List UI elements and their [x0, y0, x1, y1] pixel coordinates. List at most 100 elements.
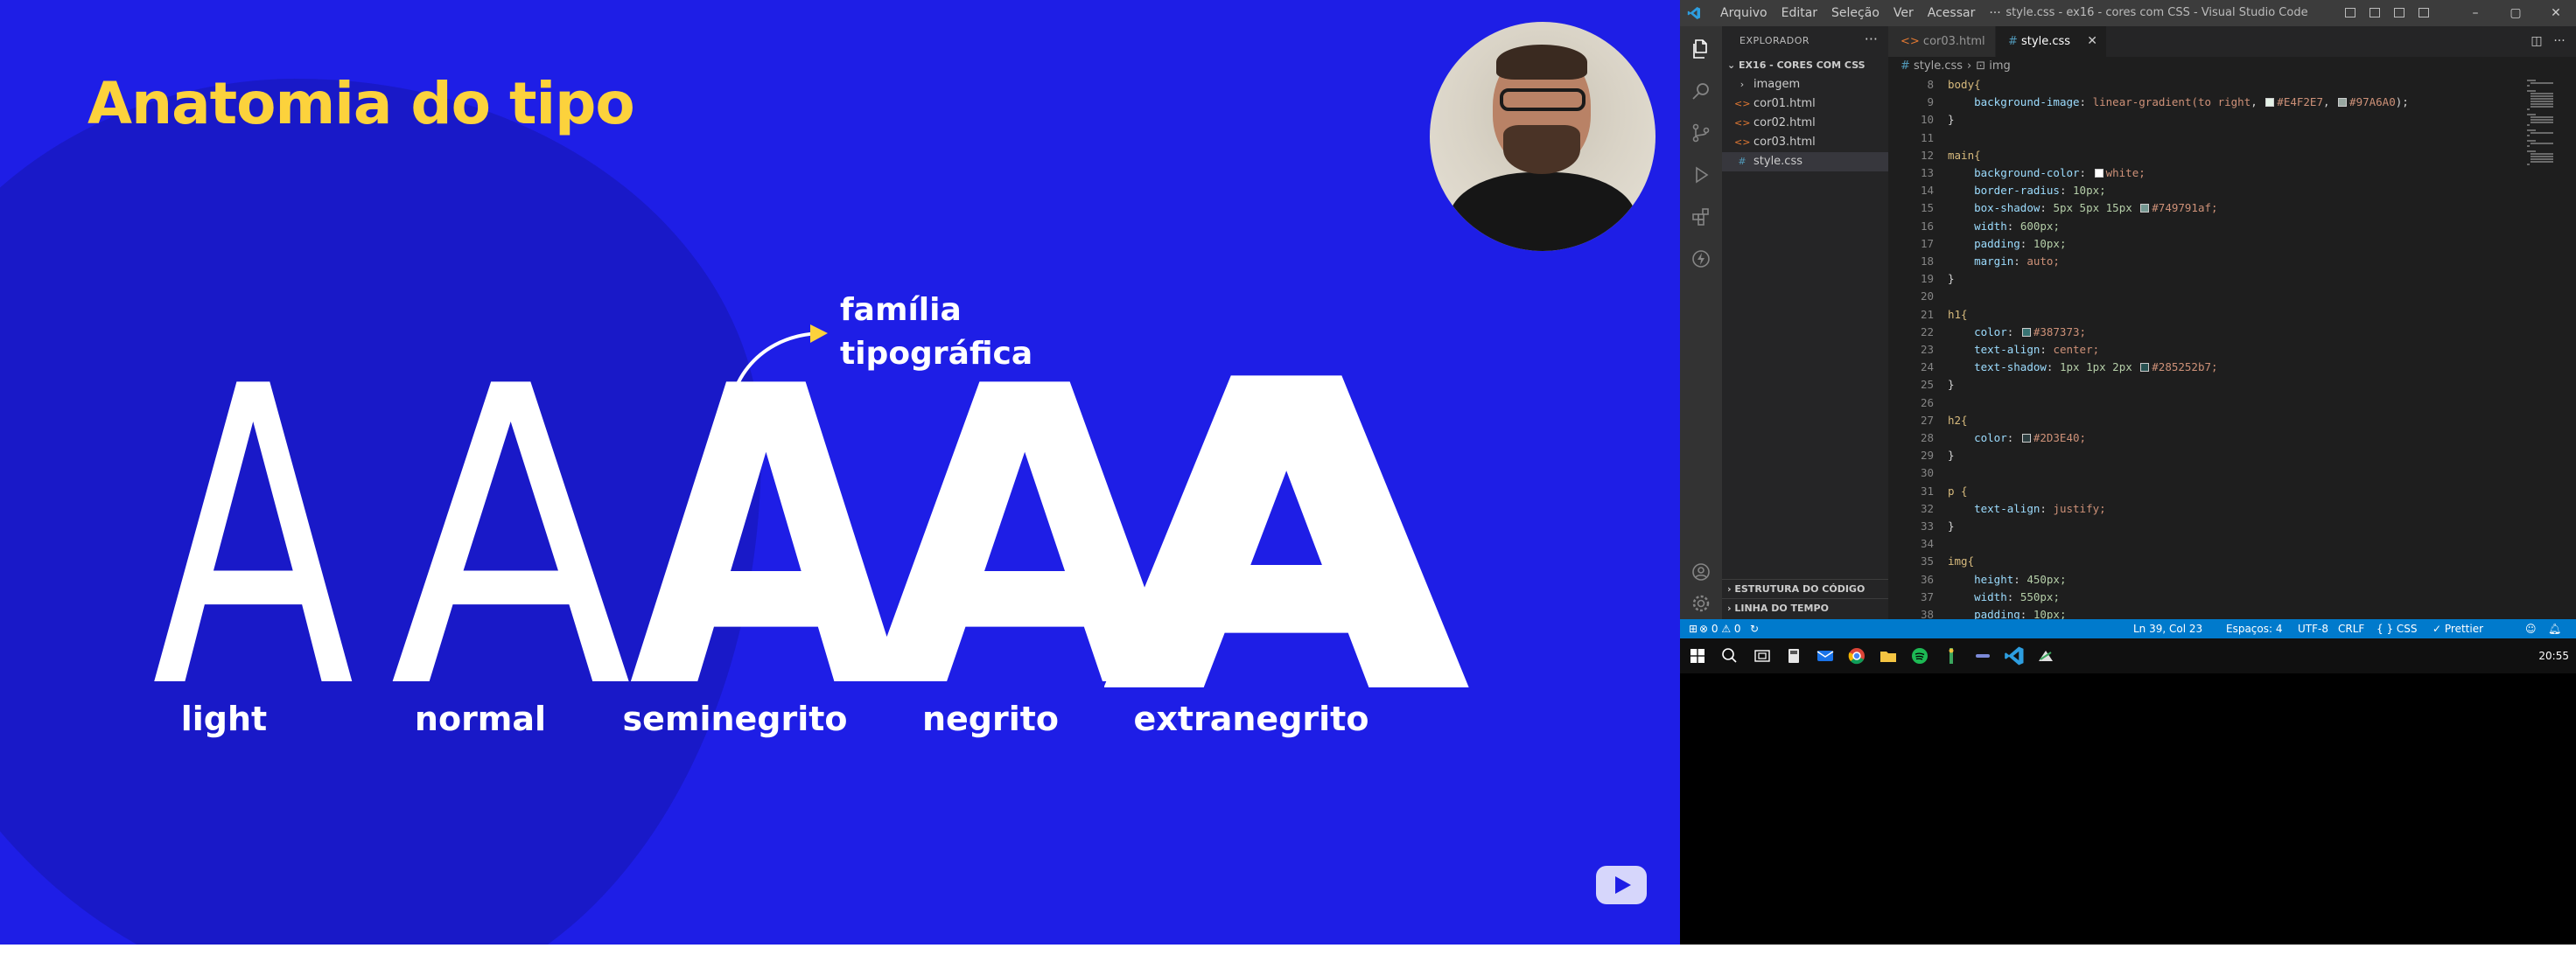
- notifications-bell-icon[interactable]: 🔔︎: [2548, 619, 2561, 638]
- tab-cor03-html[interactable]: <> cor03.html: [1888, 26, 1995, 57]
- settings-gear-icon[interactable]: [1690, 593, 1712, 614]
- color-swatch[interactable]: [2338, 98, 2348, 108]
- menu-ver[interactable]: Ver: [1886, 0, 1921, 26]
- run-debug-icon[interactable]: [1690, 164, 1712, 185]
- code-line[interactable]: 31 p {: [1888, 483, 2501, 499]
- close-button[interactable]: ✕: [2536, 0, 2576, 26]
- close-tab-icon[interactable]: ✕: [2087, 26, 2097, 57]
- search-icon[interactable]: [1718, 645, 1740, 666]
- menu-editar[interactable]: Editar: [1774, 0, 1824, 26]
- vscode-taskbar-icon[interactable]: [2004, 645, 2025, 666]
- color-swatch[interactable]: [2021, 434, 2031, 443]
- menu-selecao[interactable]: Seleção: [1824, 0, 1886, 26]
- tree-item-imagem[interactable]: › imagem: [1722, 75, 1888, 94]
- live-share-icon[interactable]: [1690, 248, 1712, 269]
- vscode-logo-icon[interactable]: [1687, 6, 1701, 20]
- tree-item-cor01[interactable]: <> cor01.html: [1722, 94, 1888, 114]
- code-line[interactable]: 32 text-align: justify;: [1888, 500, 2501, 517]
- code-line[interactable]: 19}: [1888, 270, 2501, 287]
- git-bash-icon[interactable]: [1941, 645, 1962, 666]
- split-editor-icon[interactable]: ◫: [2525, 26, 2548, 57]
- breadcrumb-symbol[interactable]: img: [1989, 59, 2011, 73]
- task-view-icon[interactable]: [1752, 645, 1773, 666]
- code-line[interactable]: 29}: [1888, 447, 2501, 464]
- mail-icon[interactable]: [1815, 645, 1836, 666]
- explorer-icon[interactable]: [1690, 38, 1712, 59]
- color-swatch[interactable]: [2021, 327, 2031, 337]
- code-line[interactable]: 25}: [1888, 376, 2501, 393]
- code-line[interactable]: 22 color: #387373;: [1888, 324, 2501, 340]
- remote-icon[interactable]: ⊞: [1689, 619, 1698, 638]
- menu-acessar[interactable]: Acessar: [1921, 0, 1983, 26]
- code-line[interactable]: 23 text-align: center;: [1888, 341, 2501, 358]
- tree-item-style-css[interactable]: # style.css: [1722, 152, 1888, 171]
- code-line[interactable]: 12 main{: [1888, 147, 2501, 164]
- code-line[interactable]: 17 padding: 10px;: [1888, 235, 2501, 252]
- minimize-button[interactable]: –: [2455, 0, 2496, 26]
- extensions-icon[interactable]: [1690, 206, 1712, 227]
- search-icon[interactable]: [1690, 80, 1712, 101]
- code-line[interactable]: 26: [1888, 394, 2501, 411]
- code-line[interactable]: 13 background-color: white;: [1888, 164, 2501, 181]
- code-line[interactable]: 35 img{: [1888, 553, 2501, 569]
- source-control-icon[interactable]: [1690, 122, 1712, 143]
- code-line[interactable]: 21 h1{: [1888, 306, 2501, 323]
- color-swatch[interactable]: [2265, 98, 2275, 108]
- code-line[interactable]: 9 background-image: linear-gradient(to r…: [1888, 94, 2501, 110]
- code-line[interactable]: 8 body{: [1888, 76, 2501, 93]
- code-line[interactable]: 11: [1888, 129, 2501, 146]
- toggle-secondary-sidebar-icon[interactable]: [2387, 0, 2412, 26]
- eol-status[interactable]: CRLF: [2338, 619, 2364, 638]
- color-swatch[interactable]: [2140, 204, 2150, 213]
- app-icon[interactable]: [1972, 645, 1993, 666]
- code-editor[interactable]: 8 body{9 background-image: linear-gradien…: [1888, 76, 2501, 619]
- toggle-panel-icon[interactable]: [2362, 0, 2387, 26]
- prettier-status[interactable]: ✓ Prettier: [2432, 619, 2483, 638]
- code-line[interactable]: 28 color: #2D3E40;: [1888, 429, 2501, 446]
- account-icon[interactable]: [1690, 561, 1712, 582]
- code-line[interactable]: 14 border-radius: 10px;: [1888, 182, 2501, 199]
- toggle-sidebar-icon[interactable]: [2338, 0, 2362, 26]
- more-actions-icon[interactable]: ···: [2548, 26, 2571, 57]
- explorer-more-button[interactable]: ···: [1865, 26, 1878, 56]
- menu-arquivo[interactable]: Arquivo: [1713, 0, 1774, 26]
- code-line[interactable]: 33}: [1888, 518, 2501, 534]
- live-share-status-icon[interactable]: ↻: [1750, 619, 1759, 638]
- outline-panel[interactable]: › ESTRUTURA DO CÓDIGO: [1722, 579, 1888, 598]
- problems-status[interactable]: ⊗ 0 ⚠ 0: [1699, 619, 1741, 638]
- code-line[interactable]: 20: [1888, 288, 2501, 304]
- customize-layout-icon[interactable]: [2412, 0, 2436, 26]
- code-line[interactable]: 34: [1888, 535, 2501, 552]
- windows-start-icon[interactable]: [1690, 649, 1704, 663]
- breadcrumb-file[interactable]: style.css: [1914, 59, 1963, 73]
- code-line[interactable]: 30: [1888, 464, 2501, 481]
- code-line[interactable]: 27 h2{: [1888, 412, 2501, 429]
- language-mode[interactable]: { } CSS: [2376, 619, 2418, 638]
- file-explorer-icon[interactable]: [1878, 645, 1899, 666]
- taskbar-clock[interactable]: 20:55: [2538, 638, 2569, 673]
- timeline-panel[interactable]: › LINHA DO TEMPO: [1722, 598, 1888, 617]
- encoding-status[interactable]: UTF-8: [2298, 619, 2328, 638]
- tree-item-cor02[interactable]: <> cor02.html: [1722, 114, 1888, 133]
- workspace-folder[interactable]: ⌄ EX16 - CORES COM CSS: [1722, 56, 1888, 75]
- color-swatch[interactable]: [2140, 363, 2150, 373]
- indentation-status[interactable]: Espaços: 4: [2226, 619, 2283, 638]
- tree-item-cor03[interactable]: <> cor03.html: [1722, 133, 1888, 152]
- feedback-icon[interactable]: ☺: [2525, 619, 2537, 638]
- code-line[interactable]: 16 width: 600px;: [1888, 218, 2501, 234]
- code-line[interactable]: 36 height: 450px;: [1888, 571, 2501, 588]
- chrome-icon[interactable]: [1846, 645, 1867, 666]
- code-line[interactable]: 38 padding: 10px;: [1888, 606, 2501, 619]
- screen-recorder-icon[interactable]: [2035, 645, 2056, 666]
- minimap[interactable]: [2527, 76, 2576, 619]
- code-line[interactable]: 37 width: 550px;: [1888, 589, 2501, 605]
- code-line[interactable]: 24 text-shadow: 1px 1px 2px #285252b7;: [1888, 359, 2501, 375]
- spotify-icon[interactable]: [1909, 645, 1930, 666]
- color-swatch[interactable]: [2094, 169, 2104, 178]
- code-line[interactable]: 15 box-shadow: 5px 5px 15px #749791af;: [1888, 199, 2501, 216]
- calculator-icon[interactable]: [1783, 645, 1804, 666]
- tab-style-css[interactable]: # style.css ✕: [1996, 26, 2106, 57]
- cursor-position[interactable]: Ln 39, Col 23: [2133, 619, 2202, 638]
- code-line[interactable]: 18 margin: auto;: [1888, 253, 2501, 269]
- code-line[interactable]: 10}: [1888, 111, 2501, 128]
